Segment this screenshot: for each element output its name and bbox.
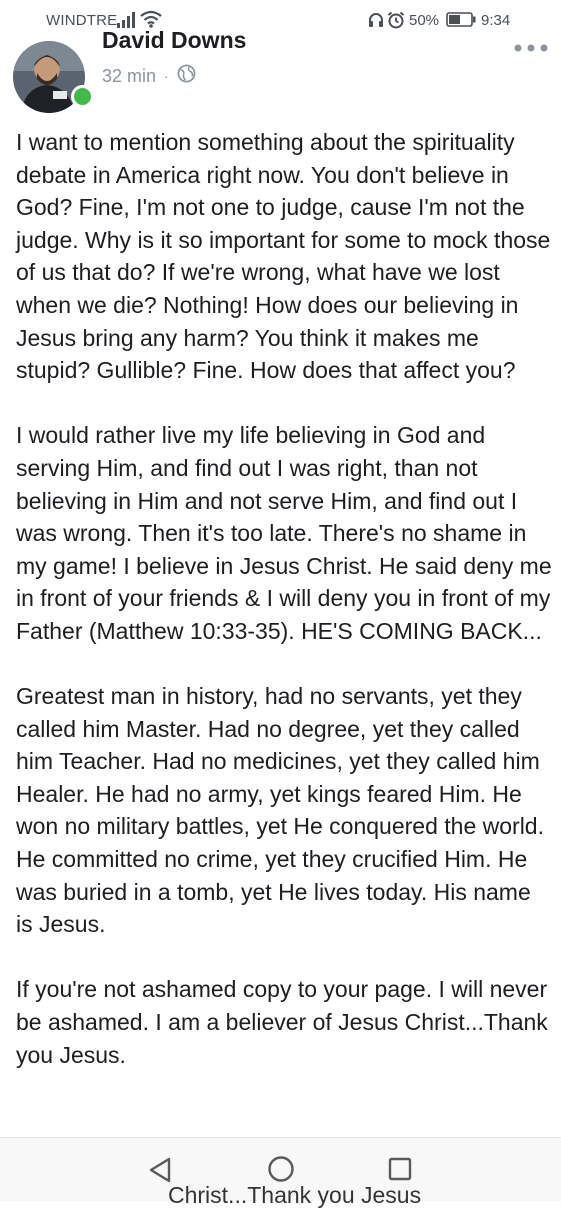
avatar-container[interactable] [13, 41, 94, 121]
recent-apps-icon[interactable] [388, 1157, 412, 1186]
battery-percent: 50% [409, 12, 440, 29]
online-status-dot [71, 85, 94, 108]
post-header: David Downs 32 min · [0, 27, 561, 113]
post-paragraph-2: I would rather live my life believing in… [16, 422, 552, 644]
post-timestamp[interactable]: 32 min [102, 66, 156, 87]
globe-icon[interactable] [177, 64, 196, 88]
more-options-icon[interactable] [514, 40, 548, 58]
post-paragraph-4: If you're not ashamed copy to your page.… [16, 976, 548, 1068]
post-meta: 32 min · [102, 64, 196, 88]
headset-icon [368, 12, 384, 32]
back-icon[interactable] [147, 1156, 173, 1189]
home-icon[interactable] [267, 1155, 295, 1188]
clock: 9:34 [481, 12, 511, 29]
system-nav-bar: Christ...Thank you Jesus [0, 1137, 561, 1208]
post-body: I want to mention something about the sp… [16, 126, 552, 1104]
meta-separator: · [164, 68, 169, 84]
battery-icon [446, 12, 476, 31]
post-paragraph-3: Greatest man in history, had no servants… [16, 683, 544, 938]
post-paragraph-1: I want to mention something about the sp… [16, 129, 551, 384]
author-name[interactable]: David Downs [102, 26, 246, 50]
